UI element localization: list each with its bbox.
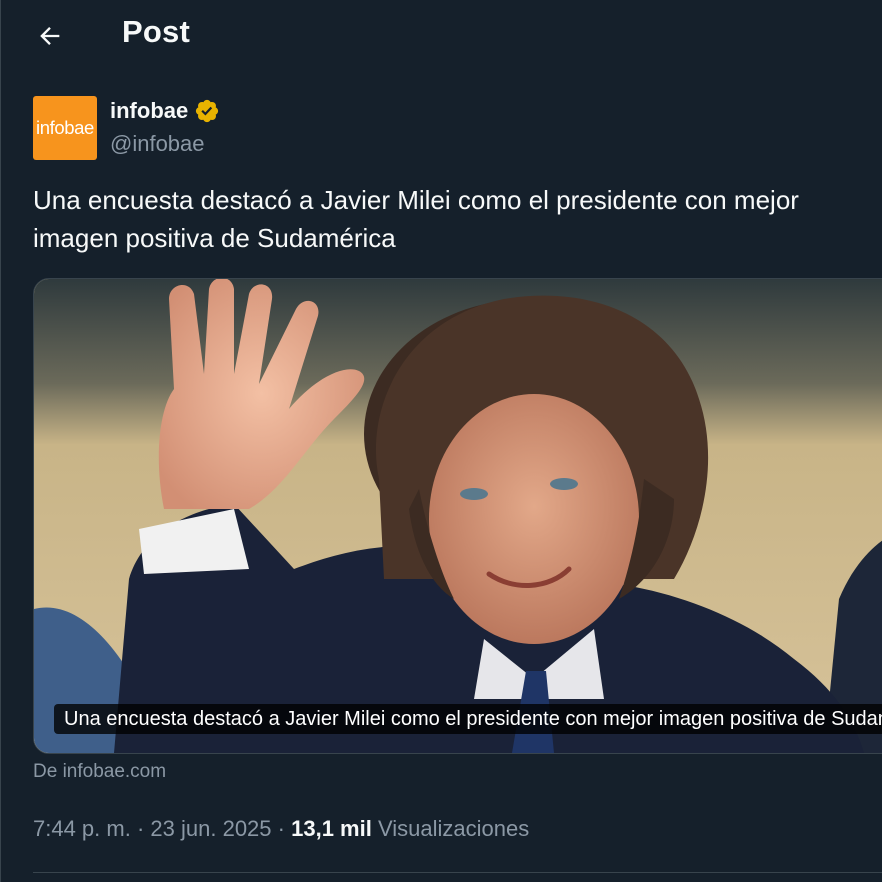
back-button[interactable]: [30, 16, 70, 56]
page-title: Post: [122, 14, 190, 49]
meta-separator-2: ·: [277, 816, 285, 841]
meta-separator: ·: [136, 816, 145, 841]
views-count: 13,1 mil: [291, 816, 372, 841]
views-label: Visualizaciones: [377, 816, 530, 841]
news-photo: [34, 279, 882, 753]
avatar-logo-text: infobae: [36, 117, 94, 138]
verified-badge-icon[interactable]: [194, 98, 220, 124]
author-name-row: infobae: [110, 98, 220, 124]
post-time[interactable]: 7:44 p. m.: [33, 816, 131, 841]
divider: [33, 872, 882, 873]
author-name[interactable]: infobae: [110, 98, 188, 124]
arrow-left-icon: [40, 27, 60, 45]
post-date[interactable]: 23 jun. 2025: [150, 816, 271, 841]
link-source[interactable]: De infobae.com: [33, 761, 166, 783]
author-handle[interactable]: @infobae: [110, 131, 205, 157]
avatar[interactable]: infobae: [33, 96, 97, 160]
post-meta: 7:44 p. m. · 23 jun. 2025 · 13,1 mil Vis…: [33, 816, 529, 842]
header: Post: [0, 0, 882, 70]
media-card[interactable]: Una encuesta destacó a Javier Milei como…: [33, 278, 882, 754]
post-page: Post infobae infobae @infobae Una encues…: [0, 0, 882, 882]
column-border: [0, 0, 1, 882]
media-caption: Una encuesta destacó a Javier Milei como…: [54, 704, 882, 734]
tweet-text: Una encuesta destacó a Javier Milei como…: [33, 185, 799, 253]
